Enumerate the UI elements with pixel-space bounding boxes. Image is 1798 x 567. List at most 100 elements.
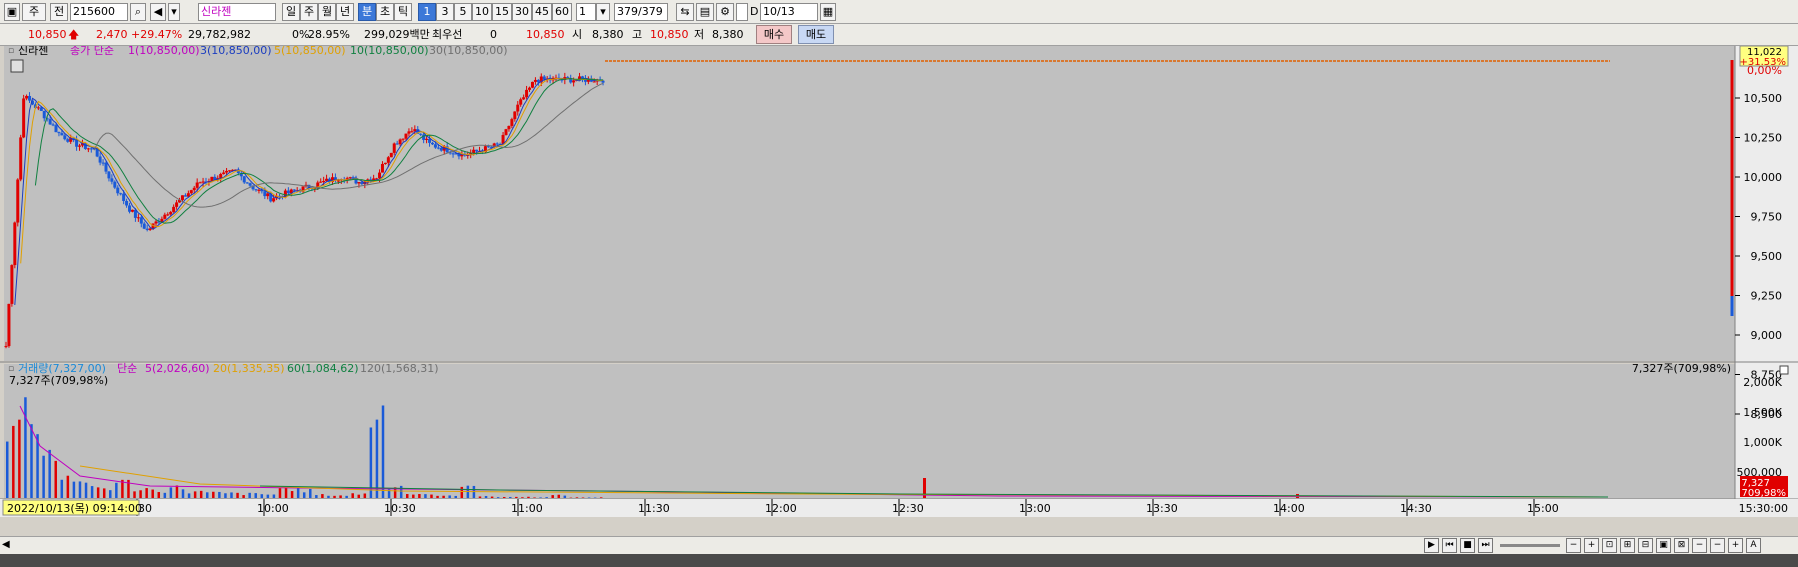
candle-body [254, 189, 258, 191]
interval-45[interactable]: 45 [532, 3, 552, 21]
volume-y-tick: 2,000K [1743, 376, 1782, 389]
price-ma-label: 종가 단순 [70, 46, 114, 57]
interval-5[interactable]: 5 [454, 3, 472, 21]
candle-body [13, 222, 17, 266]
volume-panel[interactable] [4, 364, 1735, 499]
scroll-right-icon[interactable]: ▶ [1424, 538, 1439, 553]
candle-body [410, 131, 414, 133]
scroll-bar-left-icon[interactable]: − [1710, 538, 1725, 553]
volume-bar [169, 487, 173, 498]
stock-name-field[interactable]: 신라젠 [198, 3, 276, 21]
volume-bar [563, 495, 567, 498]
text-size-icon[interactable]: A [1746, 538, 1761, 553]
zoom-slider[interactable] [1500, 544, 1560, 547]
count-current: 379 [617, 5, 638, 18]
chevron-down-icon[interactable]: ▾ [168, 3, 180, 21]
volume-bar [406, 494, 409, 498]
interval-60[interactable]: 60 [552, 3, 572, 21]
market-select[interactable]: 주 [22, 3, 46, 21]
status-bar [0, 554, 1798, 567]
candle-body [486, 146, 490, 148]
zoom-window-icon[interactable]: ▣ [1656, 538, 1671, 553]
volume-panel-close-icon[interactable] [1779, 365, 1789, 375]
candle-body [516, 104, 520, 112]
zoom-fit-icon[interactable]: ⊞ [1620, 538, 1635, 553]
zoom-reset-icon[interactable]: ⊡ [1602, 538, 1617, 553]
volume-bar [181, 489, 185, 498]
candle-body [222, 172, 226, 175]
period-month[interactable]: 월 [318, 3, 336, 21]
zoom-in-icon[interactable]: + [1584, 538, 1599, 553]
volume-bar [242, 495, 245, 498]
minus-icon[interactable]: − [1692, 538, 1707, 553]
link-icon[interactable]: ⇆ [676, 3, 694, 21]
count-dropdown-icon[interactable]: ▾ [596, 3, 610, 21]
volume-bar [12, 425, 15, 498]
price-panel[interactable] [4, 46, 1735, 361]
last-page-icon[interactable]: ⏭ [1478, 538, 1493, 553]
date-checkbox-label: D [750, 5, 759, 18]
settings-icon[interactable]: ⚙ [716, 3, 734, 21]
calendar-icon[interactable]: ▦ [820, 3, 836, 21]
sound-icon[interactable]: ◀ [150, 3, 166, 21]
candle-body [104, 162, 108, 172]
zoom-out-icon[interactable]: − [1566, 538, 1581, 553]
volume-bar [278, 488, 282, 498]
candle-body [542, 76, 546, 80]
volume-ma-20: 20(1,335,35) [213, 362, 285, 375]
first-page-icon[interactable]: ⏮ [1442, 538, 1457, 553]
candle-body [113, 181, 117, 188]
period-week[interactable]: 주 [300, 3, 318, 21]
volume-bar [490, 496, 494, 498]
volume-bar [84, 482, 88, 498]
period-tick[interactable]: 틱 [394, 3, 412, 21]
volume-bar [193, 491, 197, 498]
chart-area[interactable]: ▫ 신라젠 종가 단순 1(10,850,00) 3(10,850,00) 5(… [0, 46, 1798, 536]
date-checkbox[interactable] [736, 3, 748, 21]
candle-body [125, 200, 129, 206]
interval-10[interactable]: 10 [472, 3, 492, 21]
date-input[interactable]: 10/13 [760, 3, 818, 21]
zoom-range-icon[interactable]: ⊟ [1638, 538, 1653, 553]
candle-body [51, 124, 55, 126]
type-select[interactable]: 전 [50, 3, 68, 21]
volume-bar [254, 493, 257, 498]
volume-bar [515, 496, 518, 498]
candle-body [166, 214, 170, 216]
price-y-tick: 10,000 [1744, 171, 1783, 184]
price-y-tick: 9,500 [1751, 250, 1783, 263]
stop-icon[interactable]: ■ [1460, 538, 1475, 553]
candle-body [425, 138, 429, 140]
volume-bar [327, 495, 330, 498]
period-second[interactable]: 초 [376, 3, 394, 21]
window-menu-icon[interactable]: ▣ [4, 3, 20, 21]
volume-bar [248, 492, 251, 498]
interval-3[interactable]: 3 [436, 3, 454, 21]
save-icon[interactable]: ▤ [696, 3, 714, 21]
volume-left-note: 7,327주(709,98%) [9, 374, 108, 387]
interval-30[interactable]: 30 [512, 3, 532, 21]
zoom-all-icon[interactable]: ⊠ [1674, 538, 1689, 553]
volume-bar [163, 492, 167, 498]
period-minute[interactable]: 분 [358, 3, 376, 21]
panel-menu-icon[interactable] [10, 59, 24, 73]
interval-1[interactable]: 1 [418, 3, 436, 21]
sell-button[interactable]: 매도 [798, 25, 834, 44]
candle-body [419, 133, 423, 135]
count-input[interactable]: 1 [576, 3, 596, 21]
candle-body [4, 346, 8, 348]
volume-marker-icon: ▫ [8, 364, 14, 374]
bottom-scrollbar[interactable]: ◀ ▶ ⏮ ■ ⏭ − + ⊡ ⊞ ⊟ ▣ ⊠ − − + A [0, 536, 1798, 554]
search-icon[interactable]: ⌕ [130, 3, 146, 21]
interval-15[interactable]: 15 [492, 3, 512, 21]
period-year[interactable]: 년 [336, 3, 354, 21]
candle-body [401, 138, 405, 140]
candle-body [101, 162, 105, 164]
volume-bar [6, 441, 9, 498]
buy-button[interactable]: 매수 [756, 25, 792, 44]
period-day[interactable]: 일 [282, 3, 300, 21]
plus-icon[interactable]: + [1728, 538, 1743, 553]
code-input[interactable]: 215600 [70, 3, 128, 21]
scroll-left-icon[interactable]: ◀ [2, 539, 10, 550]
volume-bar [266, 494, 270, 498]
